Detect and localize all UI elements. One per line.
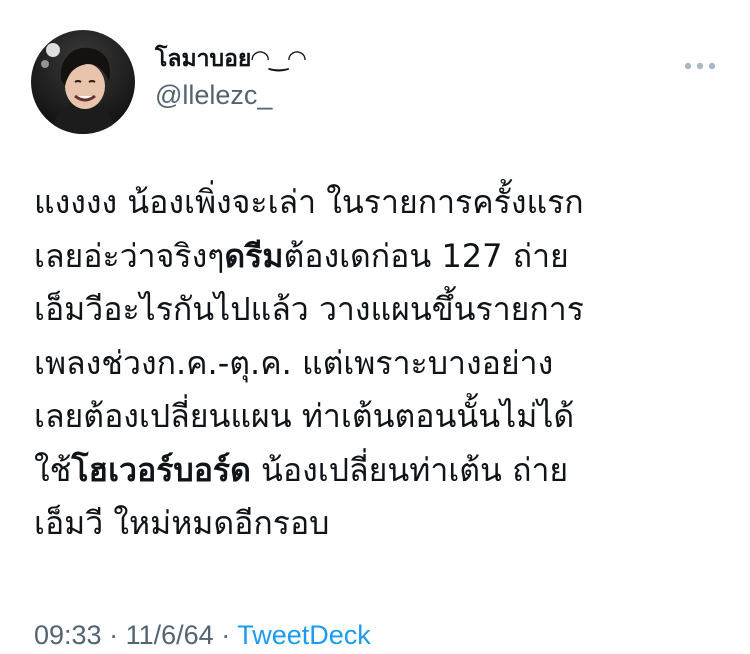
tweet-text-segment: ต้องเดก่อน 127 ถ่าย — [283, 236, 569, 275]
tweet-source-link[interactable]: TweetDeck — [237, 620, 371, 650]
tweet-text-bold-segment: โฮเวอร์บอร์ด — [71, 450, 251, 489]
user-info: โลมาบอย◠‿◠ @llelezc_ — [155, 44, 306, 110]
tweet-text-segment: เอ็มวี ใหม่หมดอีกรอบ — [34, 504, 330, 542]
more-horizontal-icon — [684, 62, 716, 70]
display-name[interactable]: โลมาบอย◠‿◠ — [155, 44, 306, 74]
tweet-text-segment: เลยต้องเปลี่ยนแผน ท่าเต้นตอนนั้นไม่ได้ — [34, 397, 575, 435]
more-options-button[interactable] — [682, 56, 718, 76]
tweet-text-bold-segment: ดรีม — [224, 236, 284, 275]
tweet-meta: 09:33 · 11/6/64 · TweetDeck — [34, 618, 371, 652]
tweet-card: โลมาบอย◠‿◠ @llelezc_ แงงงง น้องเพิ่งจะเล… — [0, 0, 750, 654]
tweet-text: แงงงง น้องเพิ่งจะเล่า ในรายการครั้งแรกเล… — [34, 176, 734, 551]
tweet-text-line: เอ็มวี ใหม่หมดอีกรอบ — [34, 497, 734, 551]
avatar-photo — [31, 30, 135, 134]
meta-separator: · — [221, 620, 238, 650]
tweet-text-segment: เลยอ่ะว่าจริงๆ — [34, 236, 225, 275]
tweet-text-line: เลยต้องเปลี่ยนแผน ท่าเต้นตอนนั้นไม่ได้ — [34, 390, 734, 444]
tweet-time[interactable]: 09:33 — [34, 620, 102, 650]
tweet-text-line: เพลงช่วงก.ค.-ตุ.ค. แต่เพราะบางอย่าง — [34, 337, 734, 391]
tweet-text-line: ใช้โฮเวอร์บอร์ด น้องเปลี่ยนท่าเต้น ถ่าย — [34, 444, 734, 498]
tweet-text-line: เอ็มวีอะไรกันไปแล้ว วางแผนขึ้นรายการ — [34, 283, 734, 337]
tweet-text-line: แงงงง น้องเพิ่งจะเล่า ในรายการครั้งแรก — [34, 176, 734, 230]
tweet-text-segment: เอ็มวีอะไรกันไปแล้ว วางแผนขึ้นรายการ — [34, 290, 584, 328]
tweet-text-segment: ใช้ — [34, 450, 72, 489]
meta-separator: · — [109, 620, 126, 650]
tweet-text-segment: น้องเปลี่ยนท่าเต้น ถ่าย — [250, 450, 569, 489]
tweet-text-line: เลยอ่ะว่าจริงๆดรีมต้องเดก่อน 127 ถ่าย — [34, 230, 734, 284]
tweet-text-segment: เพลงช่วงก.ค.-ตุ.ค. แต่เพราะบางอย่าง — [34, 343, 554, 382]
tweet-text-segment: แงงงง น้องเพิ่งจะเล่า ในรายการครั้งแรก — [34, 183, 584, 221]
avatar[interactable] — [31, 30, 135, 134]
tweet-date[interactable]: 11/6/64 — [126, 620, 214, 650]
user-handle[interactable]: @llelezc_ — [155, 80, 306, 110]
